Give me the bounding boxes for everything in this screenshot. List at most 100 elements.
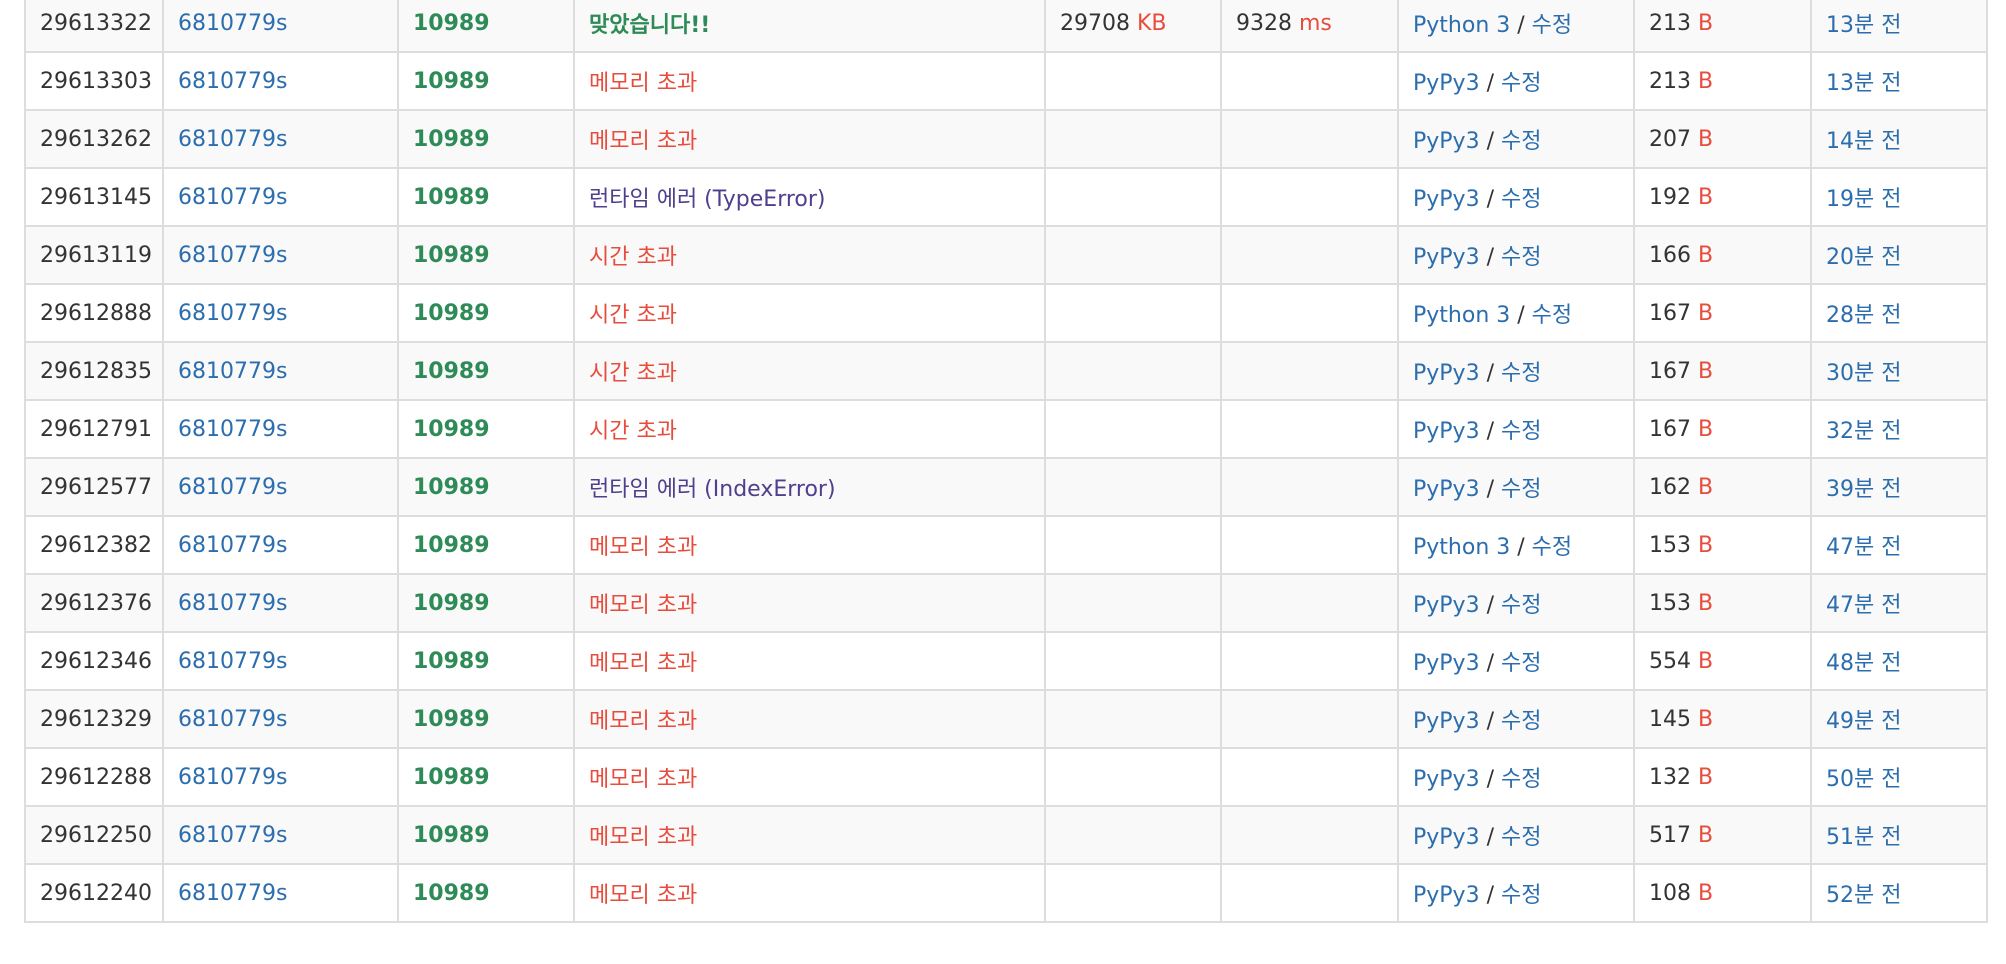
user-link[interactable]: 6810779s xyxy=(178,69,287,94)
user-link[interactable]: 6810779s xyxy=(178,765,287,790)
edit-link[interactable]: 수정 xyxy=(1501,825,1541,850)
submission-id-cell: 29612376 xyxy=(24,573,164,633)
edit-link[interactable]: 수정 xyxy=(1501,361,1541,386)
language-link[interactable]: Python 3 xyxy=(1413,303,1510,328)
language-link[interactable]: PyPy3 xyxy=(1413,825,1480,850)
code-length-unit: B xyxy=(1698,764,1714,790)
problem-link[interactable]: 10989 xyxy=(413,185,490,210)
submitted-time-link[interactable]: 13분 전 xyxy=(1826,71,1901,96)
result-text: 메모리 초과 xyxy=(589,71,698,96)
submitted-time-cell: 13분 전 xyxy=(1810,0,1988,53)
edit-link[interactable]: 수정 xyxy=(1501,709,1541,734)
problem-link[interactable]: 10989 xyxy=(413,591,490,616)
edit-link[interactable]: 수정 xyxy=(1532,13,1572,38)
edit-link[interactable]: 수정 xyxy=(1532,535,1572,560)
edit-link[interactable]: 수정 xyxy=(1501,593,1541,618)
user-cell: 6810779s xyxy=(162,399,399,459)
problem-link[interactable]: 10989 xyxy=(413,533,490,558)
language-cell: Python 3 / 수정 xyxy=(1397,283,1635,343)
submitted-time-link[interactable]: 32분 전 xyxy=(1826,419,1901,444)
edit-link[interactable]: 수정 xyxy=(1501,187,1541,212)
code-length-value: 153 xyxy=(1649,532,1691,558)
problem-link[interactable]: 10989 xyxy=(413,243,490,268)
problem-link[interactable]: 10989 xyxy=(413,649,490,674)
language-link[interactable]: Python 3 xyxy=(1413,535,1510,560)
language-link[interactable]: PyPy3 xyxy=(1413,593,1480,618)
language-link[interactable]: PyPy3 xyxy=(1413,651,1480,676)
user-link[interactable]: 6810779s xyxy=(178,11,287,36)
edit-link[interactable]: 수정 xyxy=(1501,477,1541,502)
problem-link[interactable]: 10989 xyxy=(413,11,490,36)
submitted-time-link[interactable]: 30분 전 xyxy=(1826,361,1901,386)
user-link[interactable]: 6810779s xyxy=(178,475,287,500)
problem-link[interactable]: 10989 xyxy=(413,823,490,848)
code-length-cell: 167 B xyxy=(1633,399,1812,459)
submission-id: 29612888 xyxy=(40,300,152,326)
problem-link[interactable]: 10989 xyxy=(413,301,490,326)
submitted-time-link[interactable]: 19분 전 xyxy=(1826,187,1901,212)
edit-link[interactable]: 수정 xyxy=(1501,419,1541,444)
user-link[interactable]: 6810779s xyxy=(178,301,287,326)
submitted-time-link[interactable]: 28분 전 xyxy=(1826,303,1901,328)
problem-cell: 10989 xyxy=(397,283,575,343)
submission-id-cell: 29612791 xyxy=(24,399,164,459)
submitted-time-link[interactable]: 48분 전 xyxy=(1826,651,1901,676)
submitted-time-link[interactable]: 49분 전 xyxy=(1826,709,1901,734)
problem-link[interactable]: 10989 xyxy=(413,707,490,732)
language-link[interactable]: PyPy3 xyxy=(1413,361,1480,386)
user-link[interactable]: 6810779s xyxy=(178,591,287,616)
edit-link[interactable]: 수정 xyxy=(1501,71,1541,96)
submitted-time-link[interactable]: 47분 전 xyxy=(1826,535,1901,560)
user-link[interactable]: 6810779s xyxy=(178,417,287,442)
edit-link[interactable]: 수정 xyxy=(1501,767,1541,792)
edit-link[interactable]: 수정 xyxy=(1501,245,1541,270)
language-link[interactable]: PyPy3 xyxy=(1413,767,1480,792)
problem-link[interactable]: 10989 xyxy=(413,359,490,384)
problem-link[interactable]: 10989 xyxy=(413,475,490,500)
user-cell: 6810779s xyxy=(162,225,399,285)
submitted-time-link[interactable]: 50분 전 xyxy=(1826,767,1901,792)
language-cell: PyPy3 / 수정 xyxy=(1397,457,1635,517)
language-link[interactable]: Python 3 xyxy=(1413,13,1510,38)
submission-id-cell: 29612329 xyxy=(24,689,164,749)
language-link[interactable]: PyPy3 xyxy=(1413,245,1480,270)
submitted-time-link[interactable]: 14분 전 xyxy=(1826,129,1901,154)
language-link[interactable]: PyPy3 xyxy=(1413,477,1480,502)
submission-status-table: 29613322 6810779s 10989 맞았습니다!! 29708 KB… xyxy=(24,0,1988,923)
user-link[interactable]: 6810779s xyxy=(178,649,287,674)
submitted-time-link[interactable]: 47분 전 xyxy=(1826,593,1901,618)
user-link[interactable]: 6810779s xyxy=(178,823,287,848)
language-link[interactable]: PyPy3 xyxy=(1413,187,1480,212)
edit-link[interactable]: 수정 xyxy=(1501,651,1541,676)
language-link[interactable]: PyPy3 xyxy=(1413,709,1480,734)
submitted-time-link[interactable]: 20분 전 xyxy=(1826,245,1901,270)
user-link[interactable]: 6810779s xyxy=(178,185,287,210)
language-link[interactable]: PyPy3 xyxy=(1413,71,1480,96)
time-cell xyxy=(1220,51,1399,111)
user-link[interactable]: 6810779s xyxy=(178,881,287,906)
problem-link[interactable]: 10989 xyxy=(413,69,490,94)
language-link[interactable]: PyPy3 xyxy=(1413,129,1480,154)
edit-link[interactable]: 수정 xyxy=(1501,129,1541,154)
edit-link[interactable]: 수정 xyxy=(1532,303,1572,328)
problem-link[interactable]: 10989 xyxy=(413,127,490,152)
submitted-time-link[interactable]: 51분 전 xyxy=(1826,825,1901,850)
time-value: 9328 xyxy=(1236,10,1292,36)
problem-link[interactable]: 10989 xyxy=(413,417,490,442)
user-link[interactable]: 6810779s xyxy=(178,127,287,152)
problem-link[interactable]: 10989 xyxy=(413,765,490,790)
user-link[interactable]: 6810779s xyxy=(178,533,287,558)
edit-link[interactable]: 수정 xyxy=(1501,883,1541,908)
user-link[interactable]: 6810779s xyxy=(178,243,287,268)
language-link[interactable]: PyPy3 xyxy=(1413,419,1480,444)
problem-cell: 10989 xyxy=(397,0,575,53)
submission-id-cell: 29613119 xyxy=(24,225,164,285)
user-link[interactable]: 6810779s xyxy=(178,359,287,384)
submitted-time-link[interactable]: 52분 전 xyxy=(1826,883,1901,908)
code-length-cell: 153 B xyxy=(1633,573,1812,633)
user-link[interactable]: 6810779s xyxy=(178,707,287,732)
submitted-time-link[interactable]: 13분 전 xyxy=(1826,13,1901,38)
language-link[interactable]: PyPy3 xyxy=(1413,883,1480,908)
problem-link[interactable]: 10989 xyxy=(413,881,490,906)
submitted-time-link[interactable]: 39분 전 xyxy=(1826,477,1901,502)
